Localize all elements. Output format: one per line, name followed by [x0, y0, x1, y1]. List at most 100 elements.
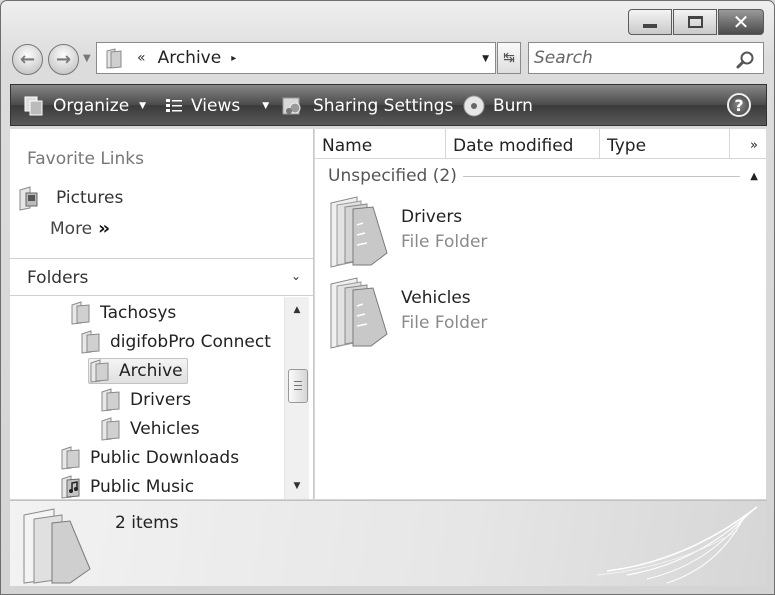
organize-label: Organize: [53, 96, 130, 116]
back-arrow-icon: ←: [19, 49, 36, 70]
collapse-group-icon[interactable]: ▲: [750, 171, 758, 182]
help-icon: ?: [734, 95, 744, 115]
folder-icon: [101, 388, 120, 412]
more-columns-icon[interactable]: »: [730, 129, 766, 159]
column-headers: Name Date modified Type »: [315, 129, 766, 159]
address-dropdown-icon[interactable]: ▼: [482, 54, 489, 64]
back-button[interactable]: ←: [12, 44, 43, 75]
column-header-date-modified[interactable]: Date modified: [446, 129, 600, 159]
folder-icon: [81, 330, 100, 354]
favorite-links-heading: Favorite Links: [27, 149, 145, 169]
group-label: Unspecified (2): [328, 166, 457, 186]
refresh-button[interactable]: ↹: [497, 42, 521, 74]
sharing-settings-button[interactable]: Sharing Settings: [281, 94, 453, 118]
tree-item-tachosys[interactable]: Tachosys: [70, 300, 176, 326]
navigation-pane: Favorite Links Pictures More ›› Folders …: [10, 129, 314, 499]
refresh-icon: ↹: [503, 50, 515, 66]
item-name: Vehicles: [401, 288, 471, 308]
forward-arrow-icon: →: [55, 49, 72, 70]
more-label: More: [50, 218, 93, 239]
views-button[interactable]: Views ▼: [165, 94, 269, 118]
chevron-down-icon: ⌄: [290, 269, 301, 283]
scroll-thumb[interactable]: [288, 369, 308, 403]
tree-item-public-downloads[interactable]: Public Downloads: [60, 445, 239, 471]
group-header[interactable]: Unspecified (2) ▲: [328, 166, 758, 186]
more-favorites-link[interactable]: More ››: [50, 218, 110, 239]
caption-buttons: ✕: [628, 9, 764, 35]
crumb-separator-icon[interactable]: ▸: [231, 53, 236, 64]
folder-tree: Tachosys digifobPro Connect Archive Driv…: [10, 297, 284, 499]
burn-label: Burn: [493, 96, 533, 116]
tree-item-label: Public Downloads: [90, 448, 240, 468]
tree-item-label: Public Music: [90, 477, 195, 497]
disc-icon: [463, 95, 485, 117]
tree-item-digifobpro-connect[interactable]: digifobPro Connect: [80, 329, 271, 355]
pictures-folder-icon: [19, 186, 38, 211]
music-folder-icon: [61, 475, 80, 499]
views-icon: [166, 99, 182, 112]
scroll-down-icon[interactable]: ▼: [285, 476, 309, 496]
explorer-window: ✕ ← → ▼ « Archive ▸ ▼ ↹ Organize ▼: [0, 0, 775, 595]
decorative-swoosh: [596, 506, 758, 584]
tree-item-label: Archive: [119, 361, 183, 381]
breadcrumb-archive[interactable]: Archive: [158, 48, 222, 68]
group-divider: [462, 175, 741, 177]
tree-item-public-music[interactable]: Public Music: [60, 474, 194, 499]
folder-icon: [90, 359, 109, 383]
folders-heading: Folders: [27, 268, 89, 288]
close-button[interactable]: ✕: [718, 9, 764, 35]
root-separator[interactable]: «: [137, 50, 146, 66]
folder-large-icon: [330, 196, 388, 268]
folder-icon: [101, 417, 120, 441]
command-bar: Organize ▼ Views ▼ Sharing Settings Burn…: [10, 84, 767, 126]
minimize-button[interactable]: [628, 9, 672, 35]
folder-tree-scrollbar[interactable]: ▲ ▼: [284, 297, 309, 499]
file-list-pane: Name Date modified Type » Unspecified (2…: [315, 129, 766, 499]
item-count: 2 items: [115, 513, 179, 533]
tree-item-label: Drivers: [130, 390, 192, 410]
maximize-button[interactable]: [673, 9, 717, 35]
address-bar[interactable]: « Archive ▸ ▼: [96, 42, 496, 74]
favorite-link-pictures[interactable]: Pictures: [18, 185, 123, 211]
minimize-icon: [643, 24, 657, 28]
item-type: File Folder: [401, 232, 488, 252]
folder-icon: [71, 301, 90, 325]
list-item-drivers[interactable]: Drivers File Folder: [327, 195, 487, 269]
forward-button[interactable]: →: [48, 44, 79, 75]
list-item-text: Vehicles File Folder: [401, 288, 487, 333]
recent-pages-dropdown[interactable]: ▼: [83, 53, 91, 64]
folders-header[interactable]: Folders ⌄: [10, 258, 313, 296]
tree-item-label: digifobPro Connect: [110, 332, 271, 352]
folder-large-icon: [330, 277, 388, 349]
organize-button[interactable]: Organize ▼: [23, 94, 146, 118]
column-header-type[interactable]: Type: [600, 129, 730, 159]
double-chevron-icon: ››: [98, 218, 110, 239]
folder-large-icon: [23, 508, 91, 584]
views-dropdown-icon: ▼: [262, 101, 270, 111]
folder-icon: [106, 48, 122, 69]
search-input[interactable]: [534, 48, 729, 68]
scroll-up-icon[interactable]: ▲: [285, 300, 309, 320]
folder-icon: [61, 446, 80, 470]
item-type: File Folder: [401, 313, 488, 333]
sharing-icon: [282, 97, 301, 115]
tree-item-label: Vehicles: [130, 419, 200, 439]
search-icon: [736, 51, 754, 69]
favorite-link-label: Pictures: [56, 188, 124, 208]
organize-icon: [24, 96, 43, 116]
tree-item-archive[interactable]: Archive: [88, 358, 188, 384]
organize-dropdown-icon: ▼: [139, 101, 147, 111]
burn-button[interactable]: Burn: [463, 94, 533, 118]
help-button[interactable]: ?: [727, 93, 751, 117]
search-box[interactable]: [528, 42, 764, 74]
views-label: Views: [191, 96, 241, 116]
column-header-name[interactable]: Name: [315, 129, 446, 159]
details-pane: 2 items: [10, 500, 767, 586]
list-item-vehicles[interactable]: Vehicles File Folder: [327, 276, 487, 350]
maximize-icon: [687, 16, 703, 28]
tree-item-label: Tachosys: [100, 303, 177, 323]
tree-item-vehicles[interactable]: Vehicles: [100, 416, 200, 442]
list-item-text: Drivers File Folder: [401, 207, 487, 252]
item-name: Drivers: [401, 207, 463, 227]
tree-item-drivers[interactable]: Drivers: [100, 387, 191, 413]
